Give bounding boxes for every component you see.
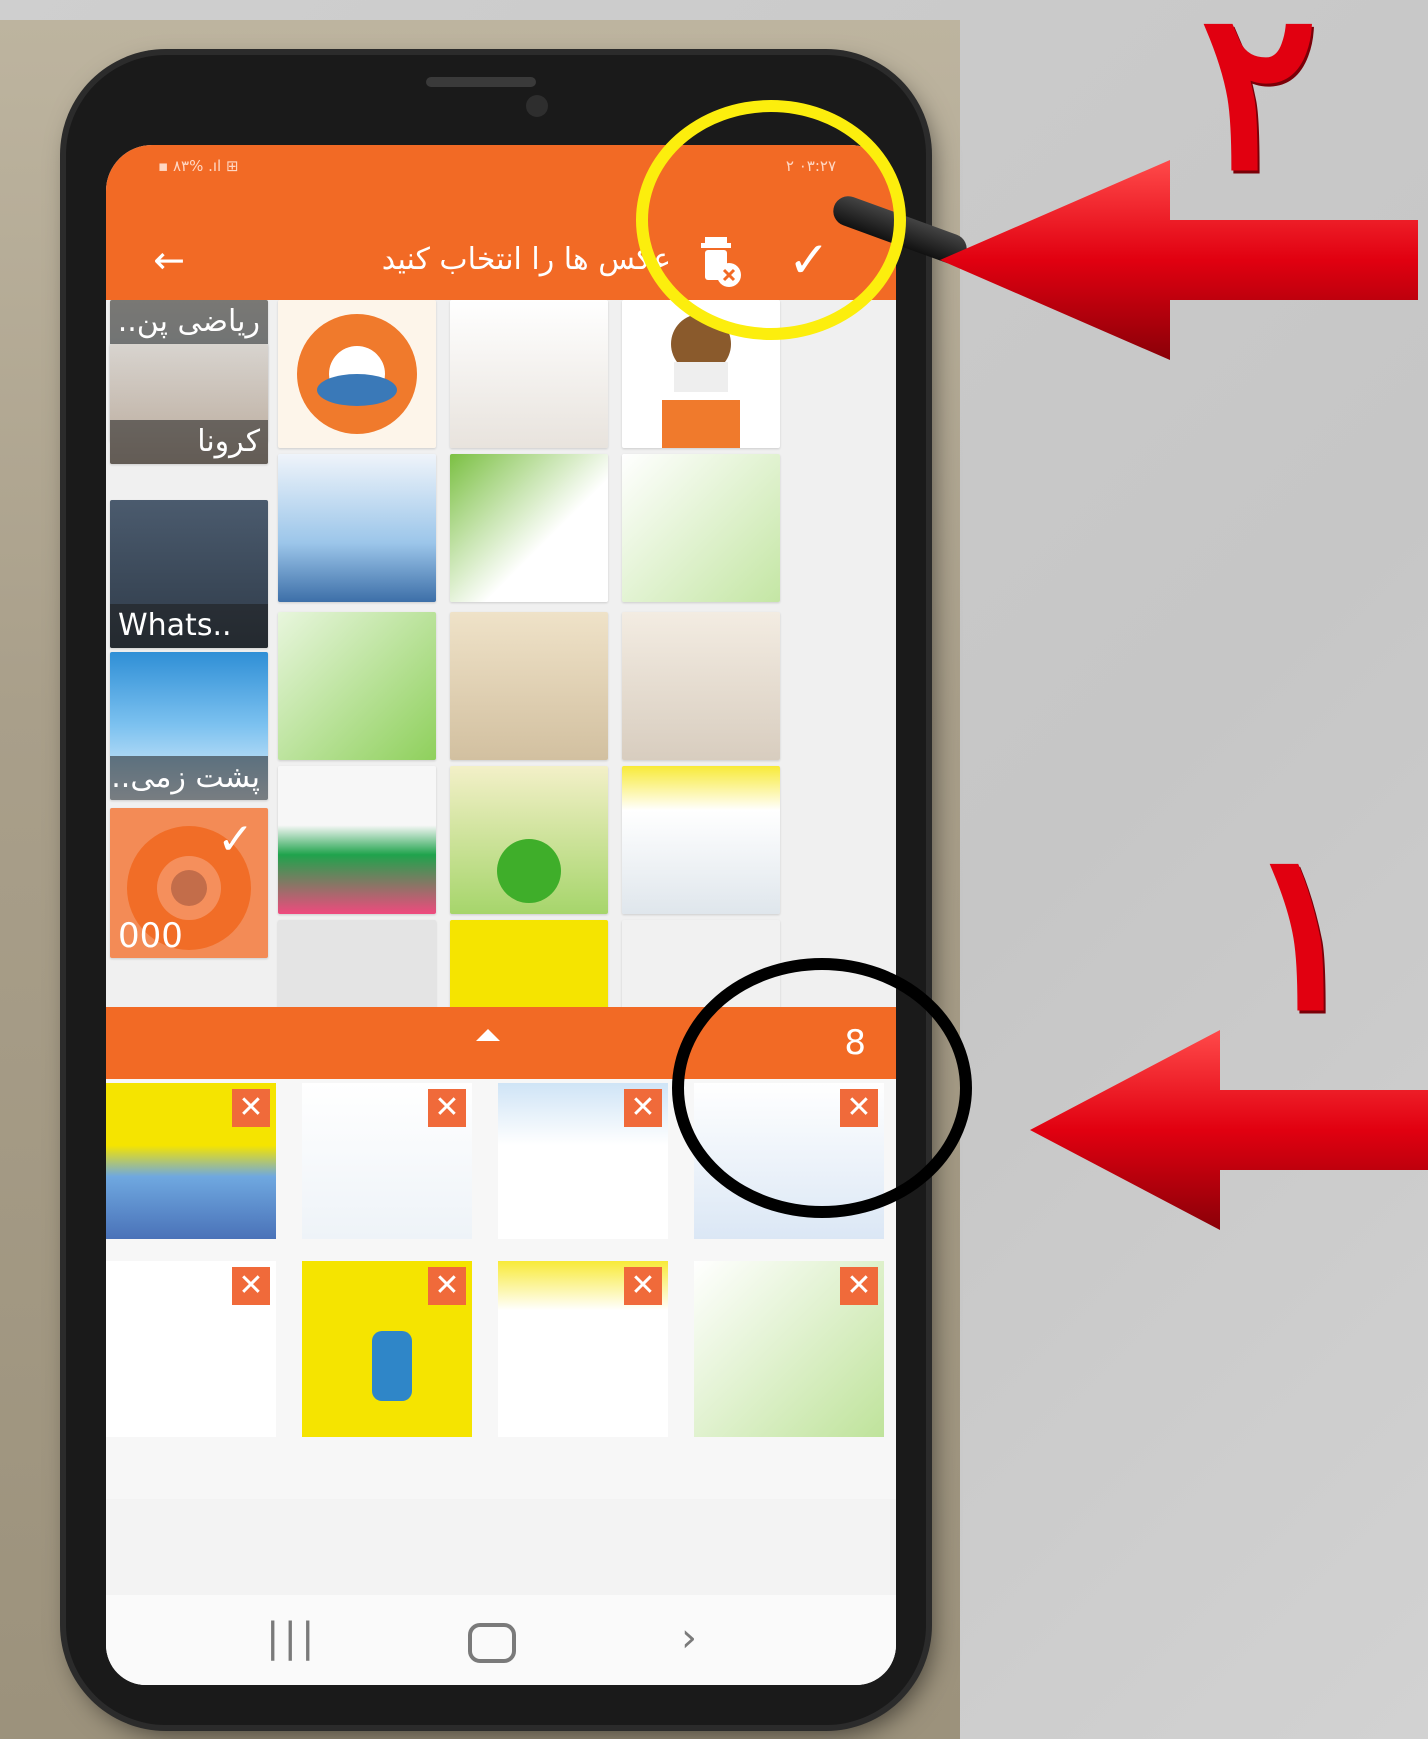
photo-tile[interactable] bbox=[450, 612, 608, 760]
front-camera bbox=[526, 95, 548, 117]
highlight-circle-count bbox=[672, 958, 972, 1218]
close-x-icon[interactable]: ✕ bbox=[232, 1089, 270, 1127]
arrow-left-icon bbox=[1030, 1030, 1428, 1230]
selected-photo[interactable]: ✕ bbox=[302, 1083, 472, 1239]
photo-tile[interactable] bbox=[450, 766, 608, 914]
album-label: 000 bbox=[118, 916, 183, 956]
home-icon[interactable] bbox=[468, 1623, 516, 1663]
photo-tile[interactable] bbox=[278, 612, 436, 760]
selected-photo[interactable]: ✕ bbox=[694, 1261, 884, 1437]
close-x-icon[interactable]: ✕ bbox=[840, 1267, 878, 1305]
photo-tile[interactable] bbox=[450, 454, 608, 602]
photo-tile[interactable] bbox=[622, 454, 780, 602]
triangle-up-icon[interactable] bbox=[476, 1029, 500, 1041]
album-tile[interactable]: کرونا bbox=[110, 344, 268, 464]
system-nav-bar: ||| › bbox=[106, 1595, 896, 1685]
close-x-icon[interactable]: ✕ bbox=[428, 1267, 466, 1305]
arrow-left-icon: ← bbox=[153, 238, 185, 282]
album-label: Whats.. bbox=[110, 604, 268, 648]
photo-tile[interactable] bbox=[450, 920, 608, 1010]
selected-photo[interactable]: ✕ bbox=[498, 1261, 668, 1437]
photo-thumbnail bbox=[297, 314, 417, 434]
selected-photo[interactable]: ✕ bbox=[302, 1261, 472, 1437]
page-title: عکس ها را انتخاب کنید bbox=[381, 242, 671, 277]
photo-tile[interactable] bbox=[450, 300, 608, 448]
close-x-icon[interactable]: ✕ bbox=[624, 1267, 662, 1305]
album-label: ریاضی پن.. bbox=[110, 300, 268, 344]
arrow-left-icon bbox=[940, 160, 1418, 360]
chevron-right-icon[interactable]: › bbox=[681, 1613, 697, 1663]
photo-tile[interactable] bbox=[622, 766, 780, 914]
phone-screen: ▪ ٨٣% ‎.ıl ⊞ ۲ ۰۳:۲۷ ← عکس ها را انتخاب … bbox=[106, 145, 896, 1685]
back-button[interactable]: ← bbox=[146, 237, 192, 283]
status-battery-signal: ▪ ٨٣% ‎.ıl ⊞ bbox=[158, 157, 239, 175]
checkmark-icon: ✓ bbox=[217, 814, 254, 865]
album-tile[interactable]: Whats.. bbox=[110, 500, 268, 648]
recent-apps-icon[interactable]: ||| bbox=[266, 1613, 318, 1663]
selected-photo[interactable]: ✕ bbox=[106, 1083, 276, 1239]
photo-tile[interactable] bbox=[278, 454, 436, 602]
photo-tile[interactable] bbox=[278, 920, 436, 1010]
album-label: پشت زمی.. bbox=[110, 756, 268, 800]
photo-thumbnail bbox=[497, 839, 561, 903]
close-x-icon[interactable]: ✕ bbox=[232, 1267, 270, 1305]
step-one-label: ۱ bbox=[1245, 800, 1364, 1059]
photo-tile[interactable] bbox=[278, 766, 436, 914]
photo-gallery: ریاضی پن.. کرونا Whats.. پشت زمی.. ✓ 000 bbox=[106, 300, 896, 1010]
selected-photo[interactable]: ✕ bbox=[106, 1261, 276, 1437]
album-label: کرونا bbox=[110, 420, 268, 464]
highlight-circle-confirm bbox=[636, 100, 906, 340]
close-x-icon[interactable]: ✕ bbox=[624, 1089, 662, 1127]
selected-photo[interactable]: ✕ bbox=[498, 1083, 668, 1239]
photo-tile[interactable] bbox=[278, 300, 436, 448]
album-tile[interactable]: ✓ 000 bbox=[110, 808, 268, 958]
photo-tile[interactable] bbox=[622, 612, 780, 760]
speaker-grille bbox=[426, 77, 536, 87]
album-tile[interactable]: پشت زمی.. bbox=[110, 652, 268, 800]
close-x-icon[interactable]: ✕ bbox=[428, 1089, 466, 1127]
